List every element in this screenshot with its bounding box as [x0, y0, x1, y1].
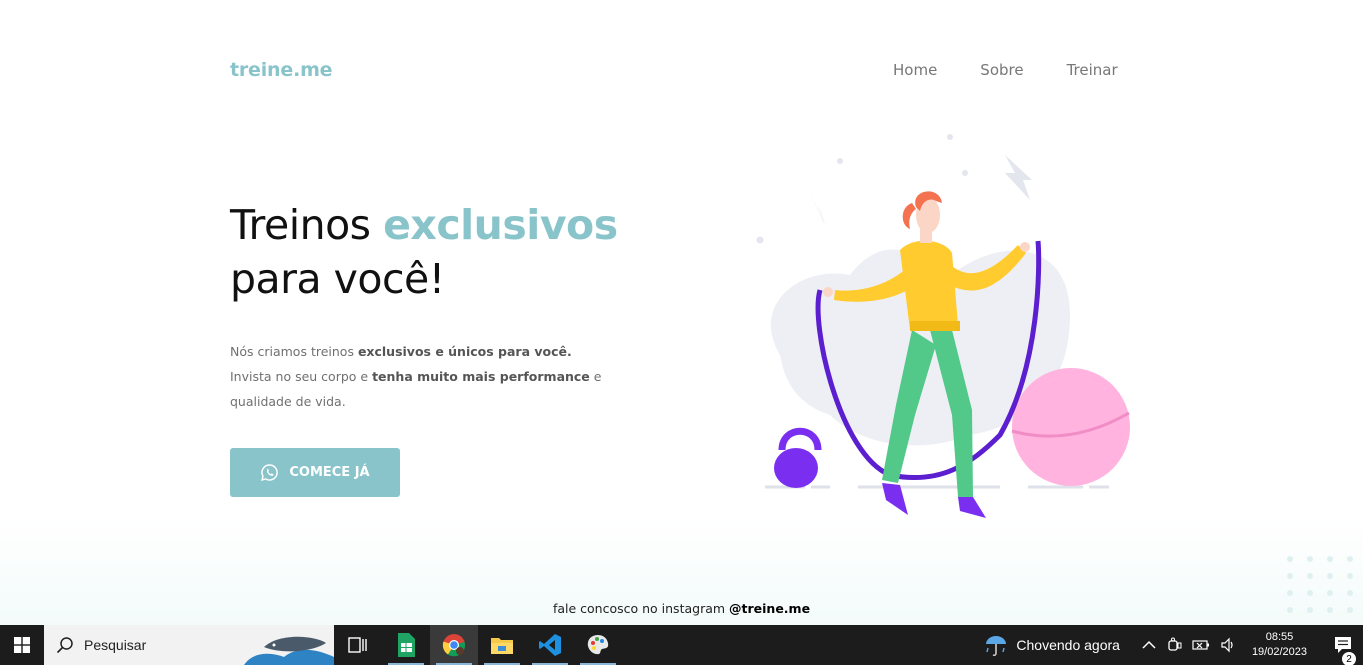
headline-line2: para você! — [230, 255, 445, 303]
taskbar-paint[interactable] — [574, 625, 622, 665]
chevron-up-icon[interactable] — [1142, 640, 1156, 650]
system-tray: Chovendo agora 08:55 19/02/2023 2 — [984, 625, 1363, 665]
windows-taskbar: Pesquisar Chovendo agora 08:55 19/02/202… — [0, 625, 1363, 665]
desc-text: Nós criamos treinos — [230, 344, 358, 359]
task-view-icon — [348, 637, 367, 653]
weather-text: Chovendo agora — [1016, 637, 1120, 653]
left-hand — [823, 287, 833, 297]
taskbar-sheets[interactable] — [382, 625, 430, 665]
nav-sobre[interactable]: Sobre — [980, 61, 1023, 79]
whatsapp-icon — [261, 464, 279, 482]
meet-icon[interactable] — [1166, 637, 1182, 653]
comece-ja-button[interactable]: COMECE JÁ — [230, 448, 400, 497]
search-placeholder: Pesquisar — [84, 637, 147, 653]
windows-start-icon — [14, 637, 30, 653]
taskbar-file-explorer[interactable] — [478, 625, 526, 665]
desc-bold: exclusivos e únicos para você. — [357, 344, 572, 359]
desc-text: e — [589, 369, 602, 384]
task-view-button[interactable] — [334, 625, 382, 665]
hero-description: Nós criamos treinos exclusivos e únicos … — [230, 339, 630, 414]
hero-headline: Treinos exclusivos para você! — [230, 198, 618, 306]
deco-dot — [756, 236, 764, 244]
notification-count: 2 — [1342, 652, 1356, 665]
jump-rope-illustration — [756, 134, 1130, 518]
headline-part1: Treinos — [230, 201, 384, 249]
sheets-icon — [398, 633, 415, 657]
chrome-icon — [442, 634, 466, 657]
volume-icon[interactable] — [1220, 637, 1236, 653]
search-icon — [56, 637, 73, 654]
desc-bold: tenha muito mais performance — [372, 369, 590, 384]
nav-treinar[interactable]: Treinar — [1067, 61, 1118, 79]
clock-time: 08:55 — [1265, 631, 1294, 643]
clock-date: 19/02/2023 — [1251, 646, 1307, 658]
instagram-handle[interactable]: @treine.me — [729, 601, 810, 616]
kettlebell — [774, 448, 818, 488]
battery-icon[interactable] — [1192, 638, 1210, 652]
search-highlight-art — [244, 636, 334, 665]
right-shoe — [958, 497, 986, 518]
right-hand — [1020, 242, 1030, 252]
paint-icon — [587, 635, 609, 655]
notification-center[interactable]: 2 — [1323, 636, 1363, 665]
vscode-icon — [539, 634, 561, 656]
taskbar-vscode[interactable] — [526, 625, 574, 665]
start-button[interactable] — [0, 625, 44, 665]
kettlebell-handle — [778, 427, 822, 451]
desc-text: qualidade de vida. — [230, 394, 346, 409]
taskbar-chrome[interactable] — [430, 625, 478, 665]
deco-dot — [947, 134, 953, 140]
footer-text: fale concosco no instagram — [552, 601, 730, 616]
pilates-ball — [1012, 368, 1130, 486]
main-nav: Home Sobre Treinar — [893, 61, 1118, 79]
site-logo[interactable]: treine.me — [230, 59, 333, 81]
file-explorer-icon — [491, 638, 513, 654]
lightning-deco — [808, 190, 835, 245]
taskbar-search[interactable]: Pesquisar — [44, 625, 334, 665]
weather-icon — [986, 636, 1007, 657]
headline-accent: exclusivos — [383, 201, 618, 249]
deco-dot — [837, 158, 843, 164]
deco-dot — [962, 170, 968, 176]
ponytail — [902, 203, 916, 229]
desc-text: Invista no seu corpo e — [230, 369, 373, 384]
taskbar-clock[interactable]: 08:55 19/02/2023 — [1252, 630, 1307, 660]
waistband — [910, 321, 960, 331]
nav-home[interactable]: Home — [893, 61, 937, 79]
weather-widget[interactable]: Chovendo agora — [984, 633, 1120, 657]
cta-label: COMECE JÁ — [289, 465, 370, 480]
lightning-deco — [1005, 155, 1032, 200]
tray-icons — [1142, 637, 1236, 653]
footer-instagram-note: fale concosco no instagram @treine.me — [0, 601, 1363, 616]
